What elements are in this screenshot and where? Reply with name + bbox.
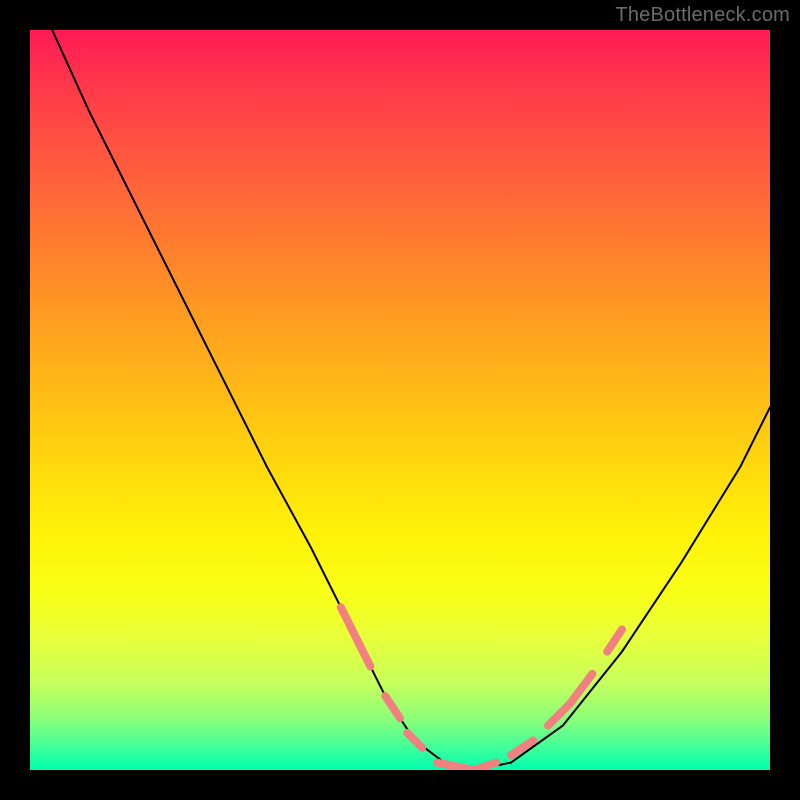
highlight-segment-3 bbox=[437, 763, 496, 770]
highlight-segment-4 bbox=[511, 740, 533, 755]
chart-frame: TheBottleneck.com bbox=[0, 0, 800, 800]
highlight-segment-2 bbox=[407, 733, 422, 748]
watermark-text: TheBottleneck.com bbox=[615, 4, 790, 27]
highlight-segment-1 bbox=[385, 696, 400, 718]
bottleneck-curve bbox=[52, 30, 770, 770]
highlight-segment-0 bbox=[341, 607, 371, 666]
curve-layer bbox=[30, 30, 770, 770]
highlight-segment-6 bbox=[607, 629, 622, 651]
plot-area bbox=[30, 30, 770, 770]
